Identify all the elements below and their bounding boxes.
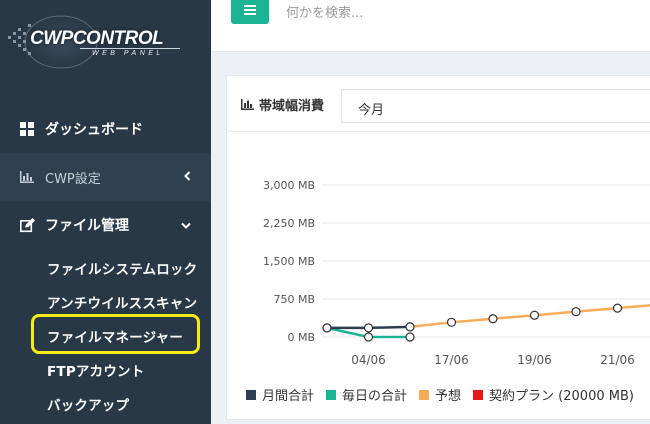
data-point[interactable] [405, 332, 415, 342]
data-point[interactable] [405, 322, 415, 332]
x-tick-label: 17/06 [434, 353, 469, 367]
logo-wordmark: CWPCONTROL WEB PANEL [24, 28, 194, 68]
y-tick-label: 2,250 MB [263, 217, 315, 230]
submenu-ftp-accounts[interactable]: FTPアカウント [47, 360, 144, 380]
sidebar-item-cwp-settings[interactable]: CWP設定 [0, 153, 211, 201]
data-point[interactable] [322, 323, 332, 333]
data-point[interactable] [446, 317, 457, 327]
y-tick-label: 1,500 MB [263, 255, 315, 268]
submenu-antivirus-scan[interactable]: アンチウイルススキャン [47, 292, 197, 312]
logo[interactable]: CWPCONTROL WEB PANEL [0, 0, 211, 90]
dashboard-grid-icon [19, 121, 35, 137]
panel-title-text: 帯域幅消費 [259, 99, 325, 114]
data-point[interactable] [363, 323, 374, 333]
bandwidth-chart: 3,000 MB 2,250 MB 1,500 MB 750 MB 0 MB 04/06 1… [263, 179, 650, 367]
x-tick-label: 04/06 [351, 353, 386, 367]
sidebar: CWPCONTROL WEB PANEL ダッシュボード CWP設定 ファイル管… [0, 0, 211, 424]
panel-header: 帯域幅消費 今月 [227, 76, 650, 132]
sidebar-item-label: CWP設定 [45, 171, 101, 187]
bar-chart-icon [241, 99, 254, 110]
legend-swatch [246, 389, 256, 400]
sidebar-item-file-management[interactable]: ファイル管理 [0, 201, 211, 249]
legend-contract-plan[interactable]: 契約プラン (20000 MB) [473, 385, 634, 404]
logo-divider [80, 48, 180, 49]
legend-daily-total[interactable]: 毎日の合計 [326, 385, 407, 404]
bar-chart-icon [19, 169, 35, 185]
search-input[interactable]: 何かを検索... [286, 2, 363, 21]
chevron-left-icon [184, 170, 191, 184]
legend-forecast[interactable]: 予想 [419, 385, 461, 404]
logo-sub-text: WEB PANEL [92, 50, 164, 57]
legend-swatch [419, 389, 430, 400]
legend-label: 毎日の合計 [342, 389, 408, 404]
submenu-file-system-lock[interactable]: ファイルシステムロック [47, 258, 197, 278]
menu-toggle-button[interactable] [231, 0, 269, 24]
highlight-box [31, 314, 200, 354]
sidebar-item-label: ダッシュボード [45, 122, 143, 138]
y-tick-label: 3,000 MB [263, 179, 315, 192]
x-tick-label: 19/06 [517, 353, 552, 367]
legend-swatch [473, 389, 484, 400]
legend-label: 月間合計 [262, 389, 315, 404]
sidebar-item-dashboard[interactable]: ダッシュボード [0, 105, 211, 153]
legend-monthly-total[interactable]: 月間合計 [246, 385, 314, 404]
chevron-down-icon [181, 218, 191, 232]
legend-swatch [326, 389, 337, 400]
panel-title: 帯域幅消費 [241, 95, 324, 114]
data-point[interactable] [571, 307, 581, 317]
sidebar-item-label: ファイル管理 [45, 218, 129, 234]
logo-main-text: CWPCONTROL [30, 28, 164, 49]
edit-icon [19, 217, 35, 233]
legend-label: 予想 [435, 389, 462, 404]
y-tick-label: 0 MB [287, 331, 315, 344]
submenu-backup[interactable]: バックアップ [47, 394, 129, 414]
legend-label: 契約プラン (20000 MB) [489, 389, 634, 404]
data-point[interactable] [488, 314, 498, 324]
data-point[interactable] [363, 332, 374, 342]
hamburger-icon [244, 5, 256, 15]
period-select[interactable]: 今月 [341, 89, 650, 123]
data-point[interactable] [529, 310, 540, 320]
y-tick-label: 750 MB [273, 293, 315, 306]
chart-legend: 月間合計 毎日の合計 予想 契約プラン (20000 MB) [246, 385, 646, 404]
x-tick-label: 21/06 [600, 353, 635, 367]
data-point[interactable] [612, 303, 623, 313]
top-navbar: 何かを検索... [211, 0, 650, 52]
